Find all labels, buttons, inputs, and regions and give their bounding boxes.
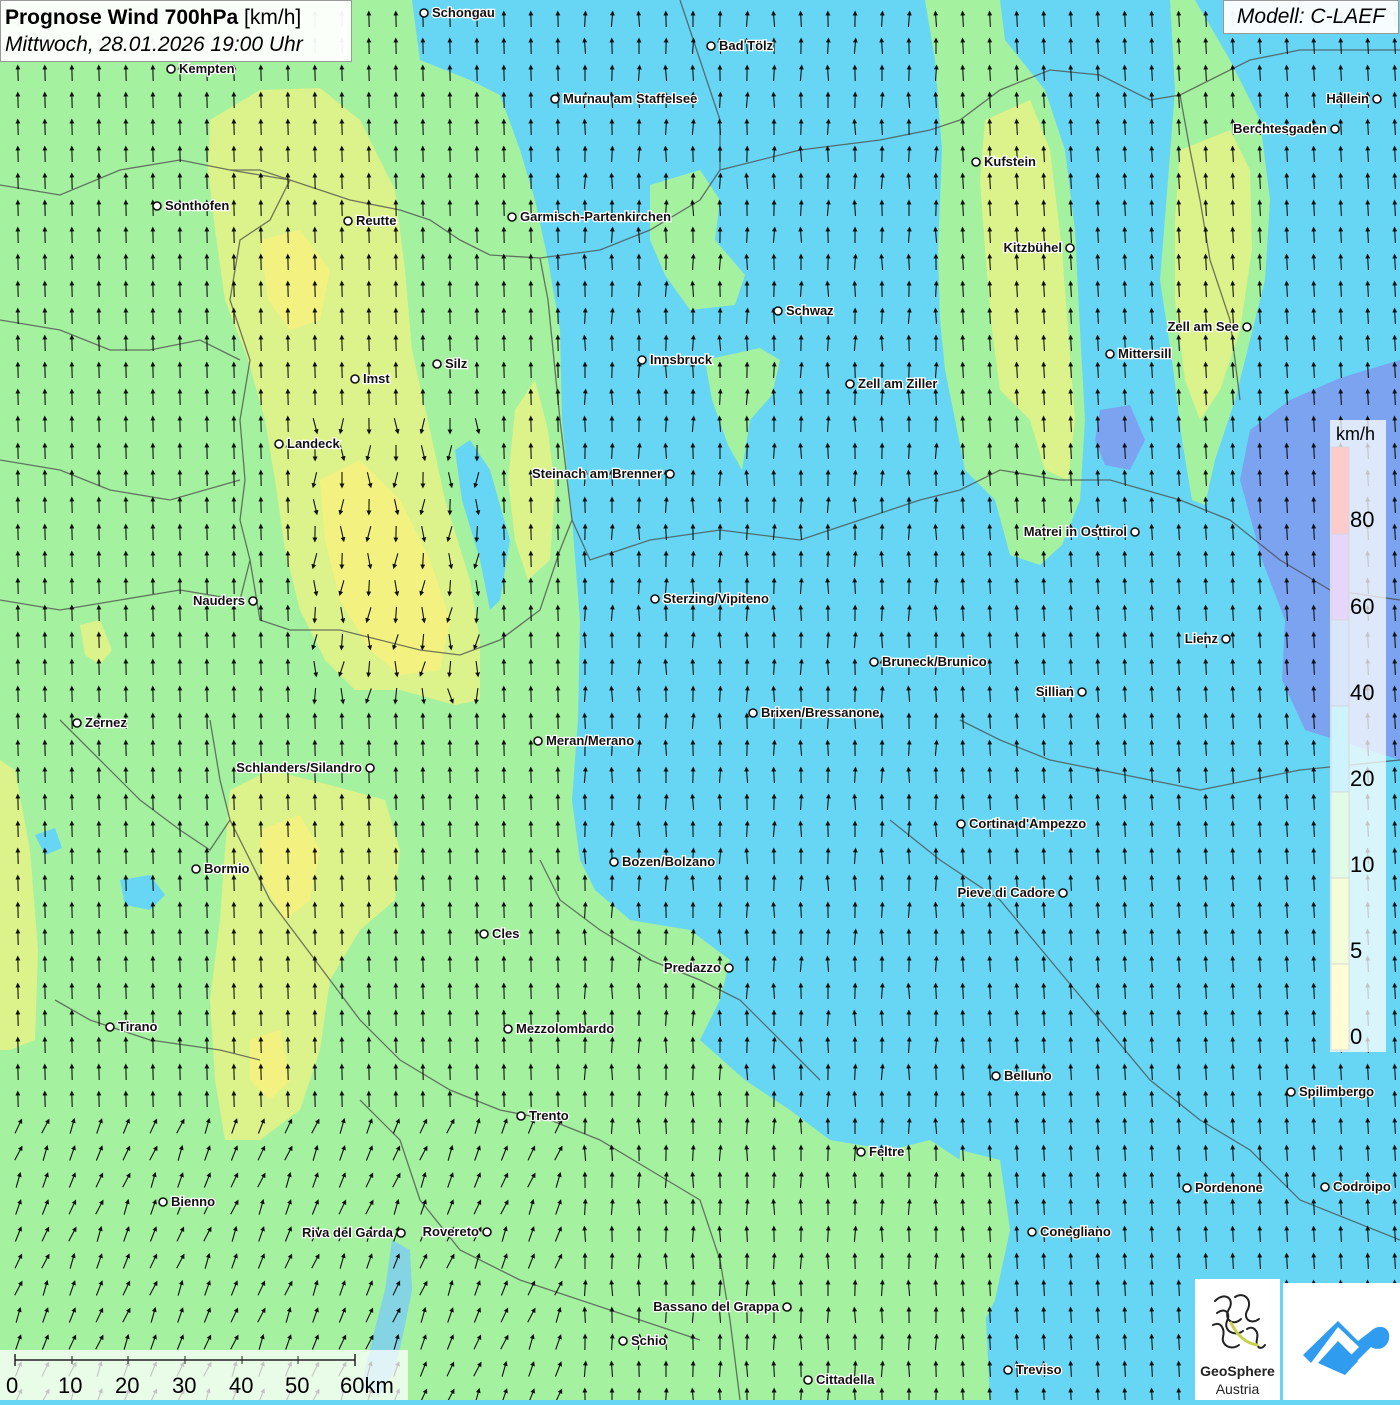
scale-label-60km: 60km — [340, 1373, 394, 1398]
geosphere-emblem-icon — [1195, 1279, 1280, 1363]
scale-label-20: 20 — [115, 1373, 139, 1398]
title-box: Prognose Wind 700hPa [km/h] Mittwoch, 28… — [0, 0, 352, 62]
scale-label-50: 50 — [285, 1373, 309, 1398]
legend-labels: 80 60 40 20 10 5 0 — [0, 0, 1400, 1400]
scale-label-30: 30 — [172, 1373, 196, 1398]
legend-label-80: 80 — [1350, 507, 1374, 532]
model-label: Modell: C-LAEF — [1223, 0, 1399, 34]
scale-label-10: 10 — [58, 1373, 82, 1398]
weather-app-logo[interactable] — [1283, 1283, 1400, 1400]
title-unit: [km/h] — [244, 6, 301, 29]
legend-label-60: 60 — [1350, 594, 1374, 619]
title-line: Prognose Wind 700hPa [km/h] — [5, 4, 347, 31]
geosphere-logo[interactable]: GeoSphere Austria — [1195, 1279, 1280, 1400]
scale-label-40: 40 — [229, 1373, 253, 1398]
legend-label-0: 0 — [1350, 1024, 1362, 1049]
legend-label-10: 10 — [1350, 852, 1374, 877]
scale-label-0: 0 — [6, 1373, 18, 1398]
legend-label-5: 5 — [1350, 938, 1362, 963]
forecast-datetime: Mittwoch, 28.01.2026 19:00 Uhr — [5, 31, 347, 58]
legend-label-40: 40 — [1350, 680, 1374, 705]
legend-label-20: 20 — [1350, 766, 1374, 791]
page-title: Prognose Wind 700hPa — [5, 6, 238, 29]
scale-bar-graphic: 0 10 20 30 40 50 60km — [0, 1350, 408, 1400]
logo-line-1: GeoSphere — [1195, 1363, 1280, 1379]
logo-line-2: Austria — [1195, 1381, 1280, 1397]
cloud-arrow-icon — [1283, 1283, 1400, 1400]
scale-bar: 0 10 20 30 40 50 60km — [0, 1350, 408, 1400]
